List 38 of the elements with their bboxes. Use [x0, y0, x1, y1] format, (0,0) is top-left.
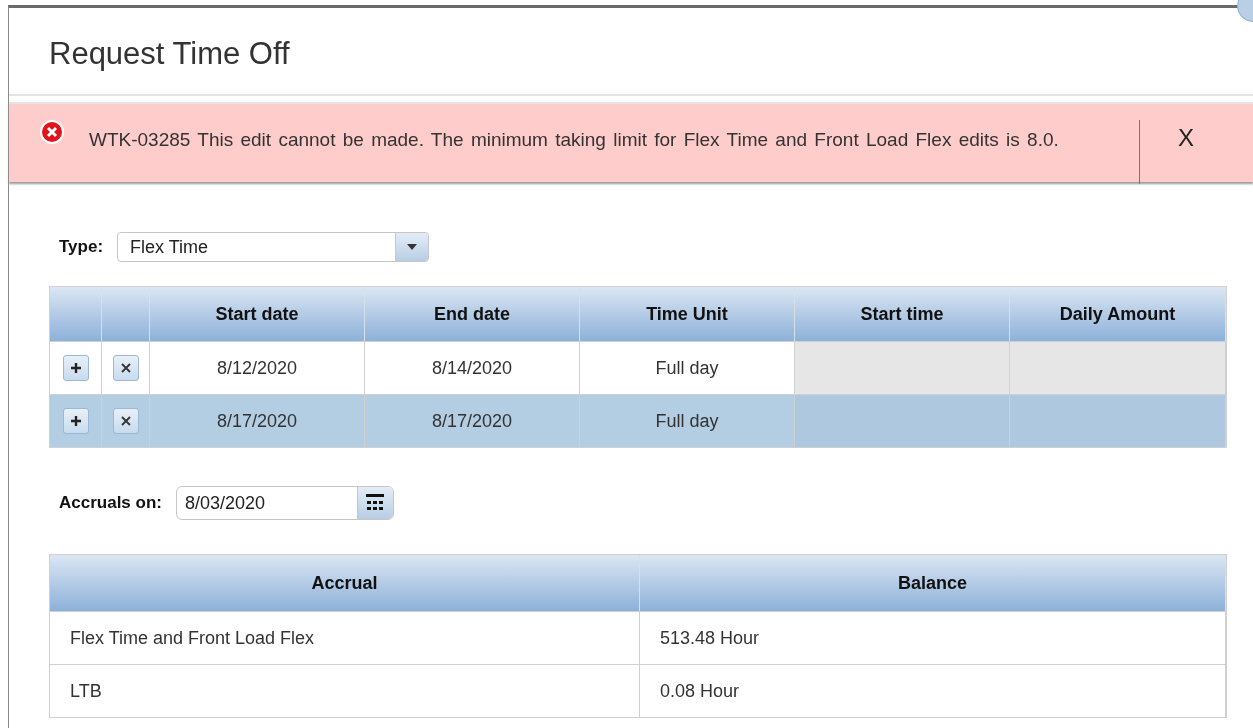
- add-button[interactable]: [62, 408, 89, 434]
- table-cell: Full day: [580, 341, 795, 394]
- column-header: [50, 287, 102, 341]
- delete-button[interactable]: [112, 408, 139, 434]
- table-cell: 8/12/2020: [150, 341, 365, 394]
- type-label: Type:: [59, 237, 104, 257]
- column-header: Start time: [795, 287, 1010, 341]
- dismiss-button[interactable]: X: [1178, 124, 1194, 152]
- column-header: End date: [365, 287, 580, 341]
- table-cell: 8/14/2020: [365, 341, 580, 394]
- table-cell: Full day: [580, 394, 795, 447]
- column-header: Balance: [640, 555, 1226, 611]
- delete-button[interactable]: [112, 355, 139, 381]
- table-cell: 8/17/2020: [150, 394, 365, 447]
- table-cell: 0.08 Hour: [640, 664, 1226, 717]
- calendar-button[interactable]: [357, 487, 393, 519]
- table-cell: 8/17/2020: [365, 394, 580, 447]
- dialog-title: Request Time Off: [49, 36, 290, 72]
- calendar-icon: [365, 494, 386, 512]
- caret-icon: [407, 244, 418, 250]
- column-header: [102, 287, 150, 341]
- column-header: Time Unit: [580, 287, 795, 341]
- accruals-label: Accruals on:: [59, 493, 162, 513]
- column-header: Daily Amount: [1010, 287, 1226, 341]
- add-button[interactable]: [62, 355, 89, 381]
- column-header: Start date: [150, 287, 365, 341]
- plus-icon: [69, 362, 82, 374]
- error-message: WTK-03285 This edit cannot be made. The minimum taking limit for Flex Time and Front Load Flex edits is 8.0.: [89, 128, 1060, 152]
- table-cell: LTB: [50, 664, 640, 717]
- close-icon: [120, 416, 131, 426]
- close-icon: [120, 363, 131, 373]
- type-dropdown[interactable]: Flex Time: [117, 232, 430, 262]
- error-icon: [39, 119, 65, 145]
- column-header: Accrual: [50, 555, 640, 611]
- date-field[interactable]: 8/03/2020: [176, 486, 394, 520]
- table-cell: Flex Time and Front Load Flex: [50, 611, 640, 664]
- table-cell: 513.48 Hour: [640, 611, 1226, 664]
- plus-icon: [69, 415, 82, 427]
